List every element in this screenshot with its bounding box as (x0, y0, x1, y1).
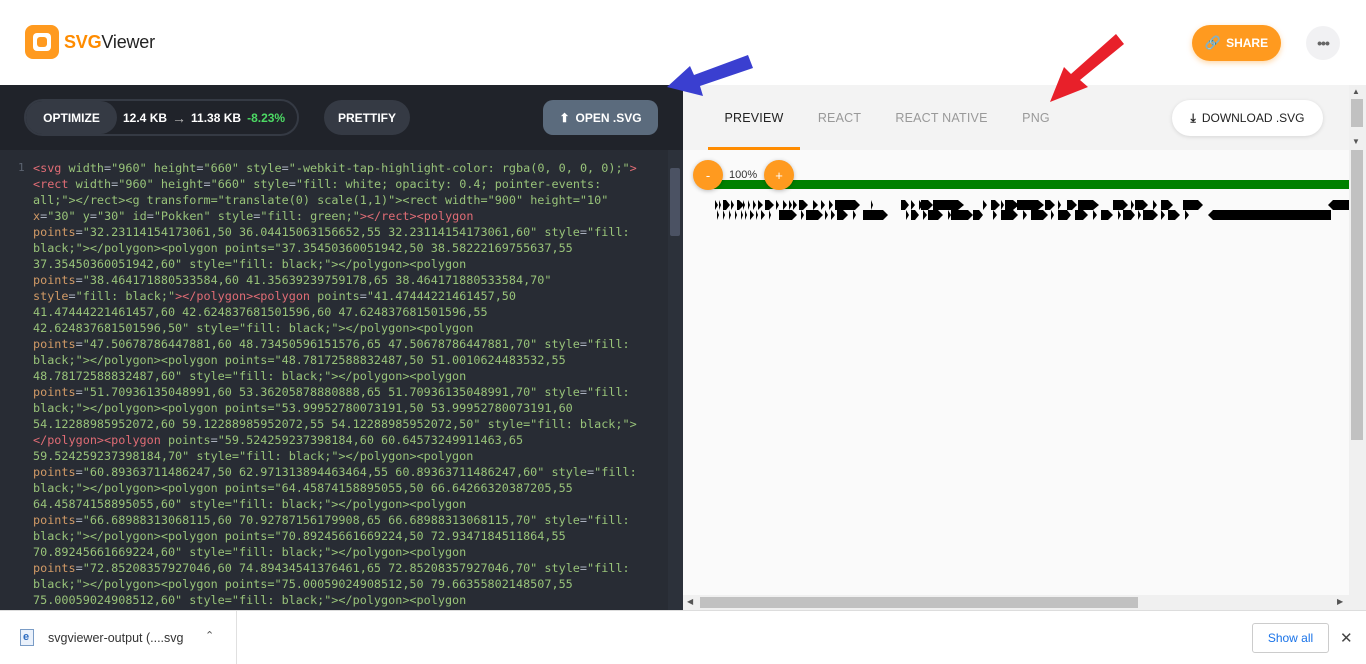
code-line: black;"></polygon><polygon points="37.35… (33, 241, 573, 255)
code-line: points="47.50678786447881,60 48.73450596… (33, 337, 630, 351)
editor-scrollbar[interactable] (668, 150, 683, 610)
code-line: points="72.85208357927046,60 74.89434541… (33, 561, 630, 575)
scroll-left-icon[interactable]: ◀ (687, 597, 693, 606)
zoom-level: 100% (729, 169, 758, 181)
app-logo[interactable]: SVGViewer (25, 25, 155, 59)
upload-icon: ⬆ (559, 110, 570, 125)
open-svg-label: OPEN .SVG (575, 110, 642, 125)
close-icon[interactable]: ✕ (1340, 629, 1353, 647)
zoom-out-button[interactable]: - (693, 160, 723, 190)
file-icon (20, 629, 34, 646)
preview-hscroll-thumb[interactable] (700, 597, 1138, 608)
link-icon: 🔗 (1204, 35, 1222, 50)
code-line: points="66.68988313068115,60 70.92787156… (33, 513, 630, 527)
size-before: 12.4 KB (123, 110, 168, 125)
size-change: -8.23% (247, 110, 286, 125)
rendered-svg (713, 180, 1349, 220)
code-line: black;"></polygon><polygon points="70.89… (33, 529, 566, 543)
zoom-in-button[interactable]: + (764, 160, 794, 190)
code-line: 64.45874158895055,60" style="fill: black… (33, 497, 467, 511)
logo-text: SVGViewer (64, 31, 155, 52)
download-shelf: svgviewer-output (....svg ⌃ Show all ✕ (0, 610, 1366, 664)
code-line: points="38.464171880533584,60 41.3563923… (33, 273, 552, 287)
app-header: SVGViewer 🔗 SHARE ••• (0, 0, 1366, 85)
tab-png[interactable]: PNG (1013, 85, 1059, 150)
black-shapes (715, 200, 1349, 220)
logo-icon (25, 25, 59, 59)
download-item[interactable]: svgviewer-output (....svg ⌃ (0, 611, 237, 664)
preview-vertical-scrollbar[interactable]: ▲ ▼ (1349, 85, 1366, 610)
code-line: points="51.70936135048991,60 53.36205878… (33, 385, 630, 399)
preview-horizontal-scrollbar[interactable]: ◀ ▶ (683, 595, 1349, 610)
code-line: 37.35450360051942,60" style="fill: black… (33, 257, 467, 271)
code-line: <rect width="960" height="660" style="fi… (33, 177, 602, 191)
optimize-group: OPTIMIZE 12.4 KB → 11.38 KB -8.23% (24, 99, 299, 136)
preview-panel: PREVIEW REACT REACT NATIVE PNG ⤓ DOWNLOA… (683, 85, 1366, 610)
tab-react-native[interactable]: REACT NATIVE (889, 85, 994, 150)
code-line: black;"></polygon><polygon points="75.00… (33, 577, 573, 591)
code-area[interactable]: 1 <svg width="960" height="660" style="-… (0, 150, 668, 610)
code-line: 48.78172588832487,60" style="fill: black… (33, 369, 467, 383)
line-number: 1 (18, 161, 25, 174)
show-all-button[interactable]: Show all (1252, 623, 1329, 653)
prettify-button[interactable]: PRETTIFY (324, 100, 410, 135)
chevron-up-icon[interactable]: ⌃ (205, 629, 214, 642)
code-line: black;"></polygon><polygon points="48.78… (33, 353, 566, 367)
code-line: points="32.23114154173061,50 36.04415063… (33, 225, 630, 239)
size-after: 11.38 KB (191, 110, 242, 125)
download-svg-button[interactable]: ⤓ DOWNLOAD .SVG (1172, 100, 1323, 136)
code-line: all;"></rect><g transform="translate(0) … (33, 193, 609, 207)
tab-react[interactable]: REACT (808, 85, 871, 150)
code-line: </polygon><polygon points="59.5242592373… (33, 433, 524, 447)
code-line: 54.12288985952072,60 59.12288985952072,5… (33, 417, 637, 431)
green-bar (713, 180, 1349, 189)
toolbar-scroll-thumb[interactable] (1351, 99, 1363, 127)
share-button[interactable]: 🔗 SHARE (1192, 25, 1281, 61)
open-svg-button[interactable]: ⬆ OPEN .SVG (543, 100, 658, 135)
code-line: x="30" y="30" id="Pokken" style="fill: g… (33, 209, 474, 223)
size-summary: 12.4 KB → 11.38 KB -8.23% (123, 110, 285, 126)
code-line: style="fill: black;"></polygon><polygon … (33, 289, 517, 303)
code-line: 41.47444221461457,60 42.624837681501596,… (33, 305, 488, 319)
share-label: SHARE (1226, 36, 1269, 50)
code-line: 42.624837681501596,50" style="fill: blac… (33, 321, 474, 335)
preview-tabs: PREVIEW REACT REACT NATIVE PNG ⤓ DOWNLOA… (683, 85, 1349, 150)
arrow-right-icon: → (172, 109, 187, 126)
scroll-right-icon[interactable]: ▶ (1337, 597, 1343, 606)
more-options-button[interactable]: ••• (1306, 26, 1340, 60)
editor-toolbar: OPTIMIZE 12.4 KB → 11.38 KB -8.23% PRETT… (0, 85, 683, 150)
code-line: points="60.89363711486247,50 62.97131389… (33, 465, 637, 479)
download-file-name: svgviewer-output (....svg (48, 630, 184, 645)
scroll-down-icon[interactable]: ▼ (1352, 137, 1360, 146)
code-line: black;"></polygon><polygon points="64.45… (33, 481, 573, 495)
scroll-up-icon[interactable]: ▲ (1352, 87, 1360, 96)
preview-canvas[interactable]: - 100% + (683, 150, 1349, 595)
more-icon: ••• (1317, 35, 1330, 51)
tab-preview[interactable]: PREVIEW (708, 85, 800, 150)
code-line: 75.00059024908512,60" style="fill: black… (33, 593, 467, 607)
code-line: 70.89245661669224,60" style="fill: black… (33, 545, 467, 559)
editor-scroll-thumb[interactable] (670, 168, 680, 236)
download-icon: ⤓ (1190, 110, 1196, 125)
download-label: DOWNLOAD .SVG (1201, 111, 1305, 125)
code-line: black;"></polygon><polygon points="53.99… (33, 401, 573, 415)
code-line: 59.524259237398184,70" style="fill: blac… (33, 449, 474, 463)
preview-vscroll-thumb[interactable] (1351, 150, 1363, 440)
optimize-button[interactable]: OPTIMIZE (26, 101, 117, 134)
code-editor-panel: OPTIMIZE 12.4 KB → 11.38 KB -8.23% PRETT… (0, 85, 683, 610)
code-line: <svg width="960" height="660" style="-we… (33, 161, 637, 175)
